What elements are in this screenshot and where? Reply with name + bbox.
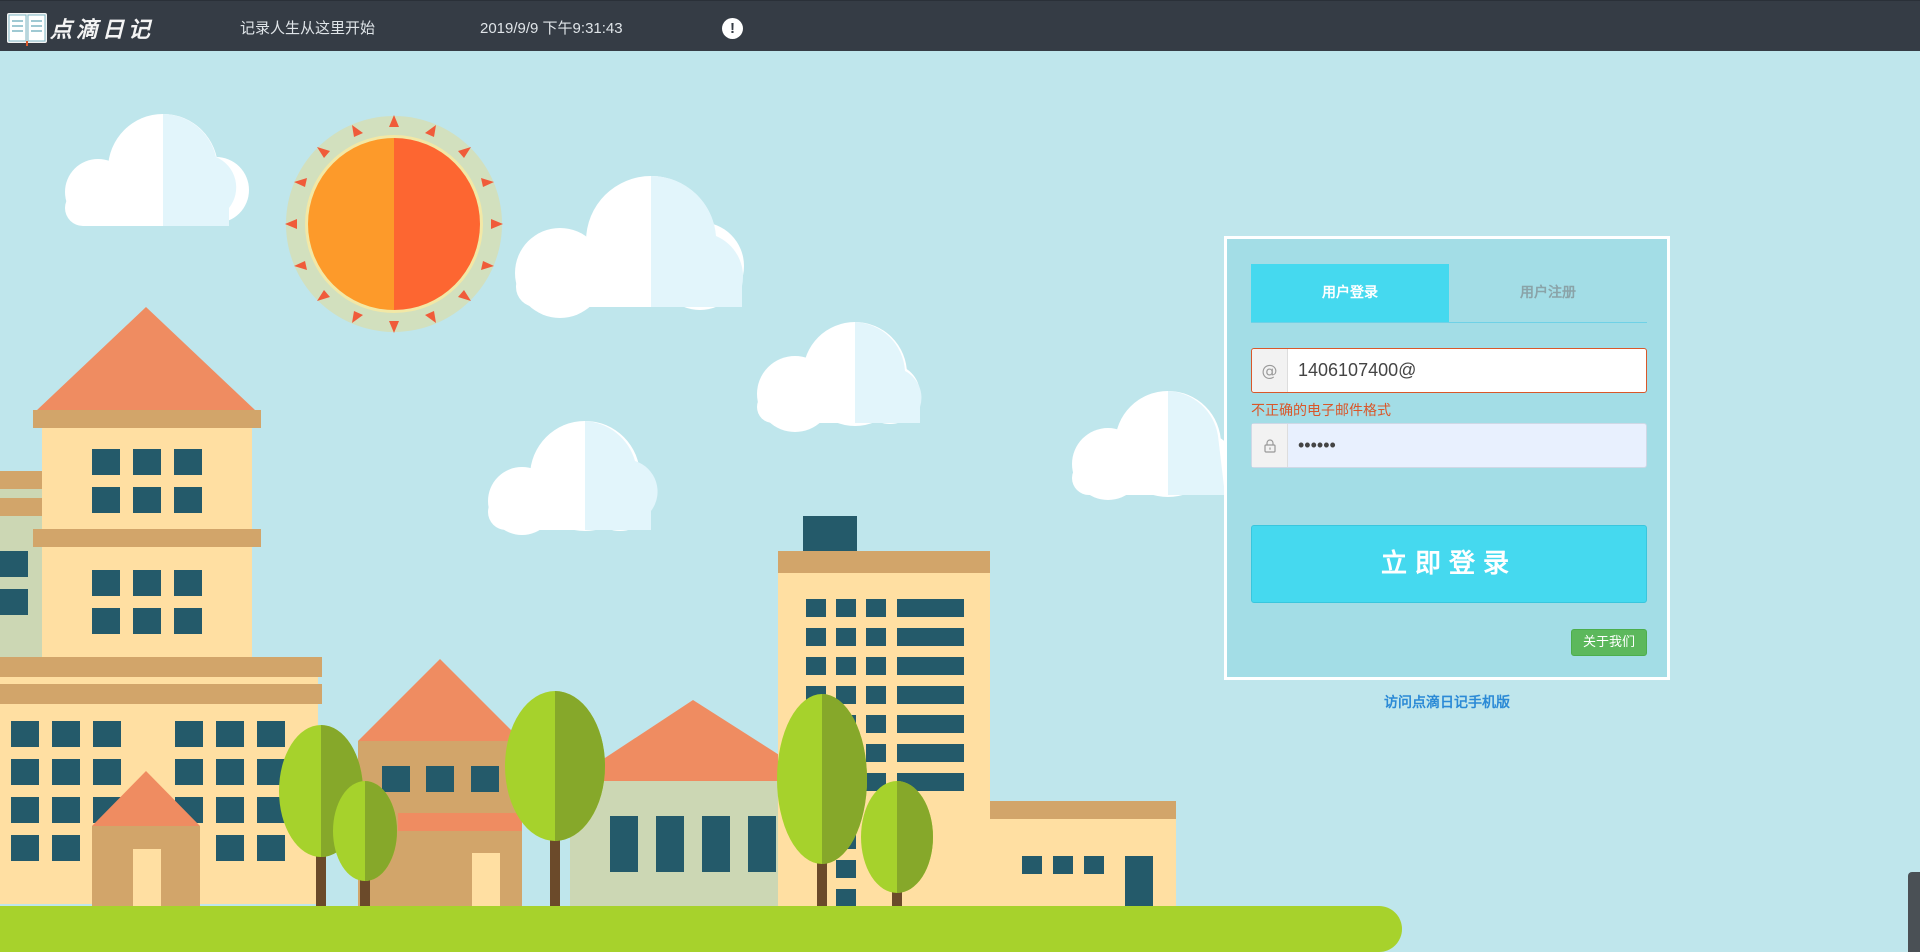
email-input[interactable] [1288, 349, 1646, 392]
password-input[interactable] [1288, 424, 1646, 467]
tab-user-register[interactable]: 用户注册 [1449, 264, 1647, 322]
login-tabs: 用户登录 用户注册 [1251, 264, 1647, 323]
cloud [1072, 391, 1235, 500]
building [990, 801, 1176, 906]
login-panel: 用户登录 用户注册 @ 不正确的电子邮件格式 立即登录 关于我们 [1224, 236, 1670, 680]
logo[interactable]: 点滴日记 [6, 9, 154, 47]
building [0, 657, 322, 906]
cloud [65, 114, 249, 226]
tab-user-login[interactable]: 用户登录 [1251, 264, 1449, 322]
about-us-button[interactable]: 关于我们 [1571, 629, 1647, 656]
cloud [757, 322, 922, 432]
scroll-handle[interactable] [1908, 872, 1920, 952]
datetime: 2019/9/9 下午9:31:43 [480, 20, 623, 37]
ground [0, 906, 1402, 952]
email-field: @ [1251, 348, 1647, 393]
logo-text: 点滴日记 [50, 17, 155, 43]
login-button[interactable]: 立即登录 [1251, 525, 1647, 603]
mobile-version-link[interactable]: 访问点滴日记手机版 [1224, 692, 1670, 712]
cloud [488, 421, 658, 535]
password-field [1251, 423, 1647, 468]
slogan: 记录人生从这里开始 [240, 19, 376, 37]
top-navbar: 点滴日记 记录人生从这里开始 2019/9/9 下午9:31:43 ! [0, 0, 1920, 51]
email-error-message: 不正确的电子邮件格式 [1251, 403, 1391, 419]
book-icon [7, 13, 47, 46]
sun [285, 115, 503, 333]
cloud [515, 175, 744, 318]
at-icon: @ [1252, 349, 1288, 392]
lock-icon [1252, 424, 1288, 467]
alert-icon[interactable]: ! [722, 18, 743, 39]
